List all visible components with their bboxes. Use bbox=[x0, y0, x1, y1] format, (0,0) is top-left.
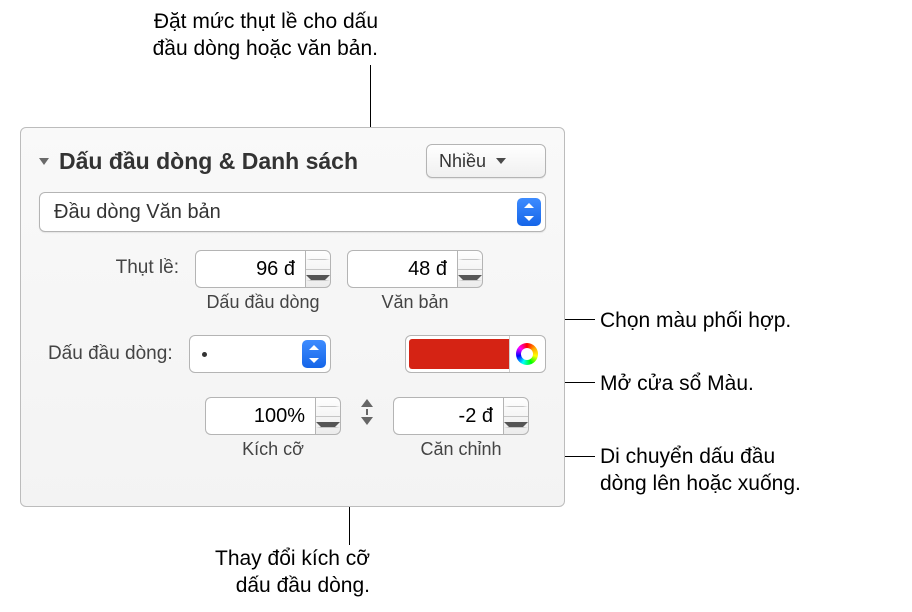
disclosure-triangle-icon[interactable] bbox=[39, 158, 49, 165]
connector-line bbox=[370, 65, 371, 127]
bullets-lists-panel: Dấu đầu dòng & Danh sách Nhiều Đầu dòng … bbox=[20, 127, 565, 507]
bullet-label: Dấu đầu dòng: bbox=[39, 343, 173, 365]
bullet-align-stepper[interactable] bbox=[503, 397, 529, 435]
bullet-size-stepper[interactable] bbox=[315, 397, 341, 435]
bullet-size-caption: Kích cỡ bbox=[242, 439, 304, 460]
bullet-indent-field[interactable] bbox=[195, 250, 331, 288]
color-swatch[interactable] bbox=[409, 339, 509, 369]
callout-indent: Đặt mức thụt lề cho dấu đầu dòng hoặc vă… bbox=[58, 8, 378, 63]
bullet-type-popup[interactable]: Đầu dòng Văn bản bbox=[39, 192, 546, 232]
bullet-align-caption: Căn chỉnh bbox=[420, 439, 501, 460]
list-style-popup[interactable]: Nhiều bbox=[426, 144, 546, 178]
bullet-dot-icon bbox=[202, 352, 207, 357]
callout-move-bullet: Di chuyển dấu đầu dòng lên hoặc xuống. bbox=[600, 443, 801, 498]
stepper-down[interactable] bbox=[306, 270, 330, 288]
bullet-align-field[interactable] bbox=[393, 397, 529, 435]
color-wheel-icon bbox=[516, 343, 538, 365]
list-style-label: Nhiều bbox=[439, 151, 486, 172]
text-indent-caption: Văn bản bbox=[381, 292, 448, 313]
bullet-indent-stepper[interactable] bbox=[305, 250, 331, 288]
text-indent-stepper[interactable] bbox=[457, 250, 483, 288]
bullet-size-input[interactable] bbox=[205, 397, 315, 435]
bullet-type-label: Đầu dòng Văn bản bbox=[54, 201, 517, 224]
bullet-size-field[interactable] bbox=[205, 397, 341, 435]
callout-choose-color: Chọn màu phối hợp. bbox=[600, 307, 791, 334]
popup-arrows-icon bbox=[302, 340, 326, 368]
text-indent-input[interactable] bbox=[347, 250, 457, 288]
indent-label: Thụt lề: bbox=[39, 250, 179, 279]
section-title: Dấu đầu dòng & Danh sách bbox=[59, 148, 426, 175]
stepper-down[interactable] bbox=[316, 417, 340, 435]
open-colors-button[interactable] bbox=[509, 336, 545, 372]
stepper-up[interactable] bbox=[504, 398, 528, 417]
callout-change-size: Thay đổi kích cỡ dấu đầu dòng. bbox=[130, 545, 370, 600]
chevron-down-icon bbox=[496, 158, 506, 164]
vertical-arrows-icon bbox=[357, 397, 377, 427]
text-indent-field[interactable] bbox=[347, 250, 483, 288]
stepper-down[interactable] bbox=[504, 417, 528, 435]
bullet-color-well bbox=[405, 335, 546, 373]
stepper-up[interactable] bbox=[458, 251, 482, 270]
stepper-up[interactable] bbox=[306, 251, 330, 270]
stepper-up[interactable] bbox=[316, 398, 340, 417]
bullet-indent-input[interactable] bbox=[195, 250, 305, 288]
stepper-down[interactable] bbox=[458, 270, 482, 288]
popup-arrows-icon bbox=[517, 198, 541, 226]
callout-open-colors: Mở cửa sổ Màu. bbox=[600, 370, 754, 397]
bullet-indent-caption: Dấu đầu dòng bbox=[206, 292, 319, 313]
bullet-align-input[interactable] bbox=[393, 397, 503, 435]
bullet-glyph-popup[interactable] bbox=[189, 335, 331, 373]
